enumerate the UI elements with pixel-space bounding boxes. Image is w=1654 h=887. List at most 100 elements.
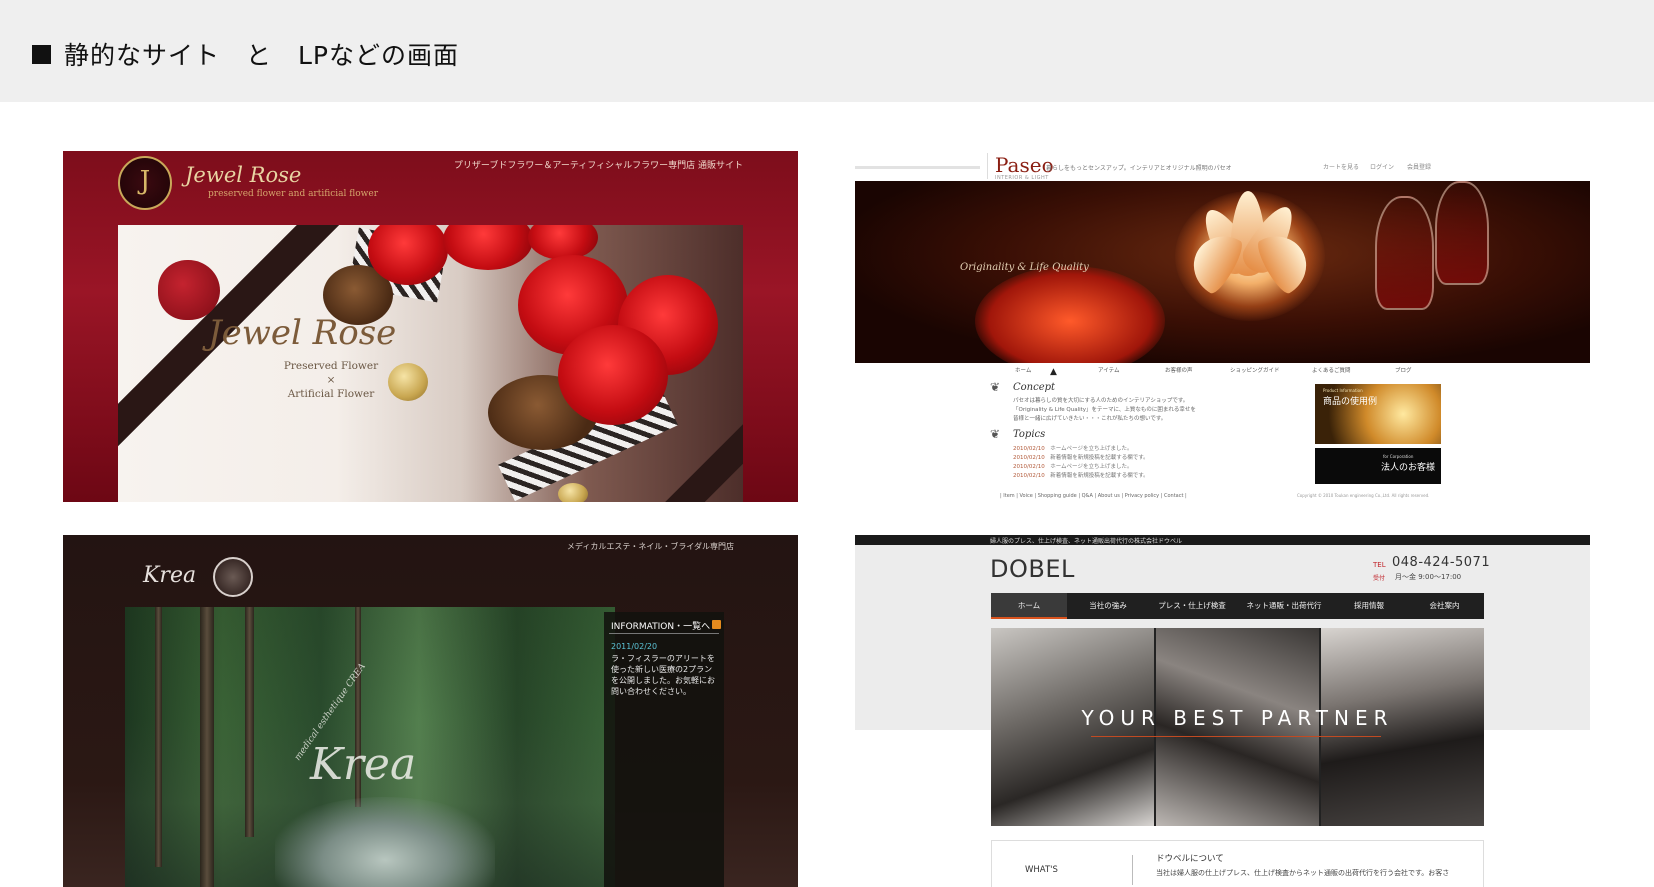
rss-icon[interactable] xyxy=(712,620,721,629)
tel-label: TEL xyxy=(1373,561,1386,569)
topic-date: 2010/02/10 xyxy=(1013,473,1045,479)
paseo-hero-image: Originality & Life Quality xyxy=(855,181,1590,363)
nav-home[interactable]: ホーム xyxy=(991,593,1067,619)
jewel-rose-logo-sub: preserved flower and artificial flower xyxy=(208,189,379,199)
dobel-screenshot[interactable]: 婦人服のプレス、仕上げ検査、ネット通販出荷代行の株式会社ドウベル DOBEL T… xyxy=(855,535,1590,887)
page-header: 静的なサイト と LPなどの画面 xyxy=(0,0,1654,102)
paseo-description: 暮らしをもっとセンスアップ。インテリアとオリジナル照明のパセオ xyxy=(1046,165,1232,172)
nav-strengths[interactable]: 当社の強み xyxy=(1067,593,1149,619)
tree-trunk xyxy=(155,607,162,867)
tree-trunk xyxy=(200,607,214,887)
copyright: Copyright © 2010 Toukan engineering Co.,… xyxy=(1297,493,1430,498)
phone-number[interactable]: 048-424-5071 xyxy=(1392,555,1490,570)
jewel-rose-logo[interactable]: Jewel Rose xyxy=(185,163,301,187)
dobel-logo[interactable]: DOBEL xyxy=(990,555,1075,583)
banner-label: 商品の使用例 xyxy=(1323,397,1378,407)
about-section: WHAT'S ドウベルについて 当社は婦人服の仕上げプレス、仕上げ検査からネット… xyxy=(991,840,1484,887)
jewel-rose-screenshot[interactable]: J Jewel Rose preserved flower and artifi… xyxy=(63,151,798,502)
wine-glass xyxy=(1375,196,1434,310)
hero-sub-line: × xyxy=(326,374,336,386)
jewel-rose-emblem-icon: J xyxy=(118,156,172,210)
information-heading[interactable]: INFORMATION・一覧へ xyxy=(611,619,710,632)
product-usage-banner[interactable]: Product Information 商品の使用例 xyxy=(1315,384,1441,444)
topic-item[interactable]: 2010/02/10 ホームページを立ち上げました。 xyxy=(1013,444,1132,452)
nav-recruit[interactable]: 採用情報 xyxy=(1333,593,1405,619)
ornament-icon: ❦ xyxy=(990,380,1001,394)
topic-item[interactable]: 2010/02/10 ホームページを立ち上げました。 xyxy=(1013,462,1132,470)
logo-divider xyxy=(987,153,988,179)
topic-item[interactable]: 2010/02/10 新着情報を新規投稿を記載する欄です。 xyxy=(1013,471,1149,479)
nav-home[interactable]: ホーム xyxy=(1015,366,1031,374)
business-hours: 月〜金 9:00〜17:00 xyxy=(1395,573,1462,581)
top-strip: 婦人服のプレス、仕上げ検査、ネット通販出荷代行の株式会社ドウベル xyxy=(855,535,1590,545)
info-date: 2011/02/20 xyxy=(611,642,658,651)
corporate-banner[interactable]: for Corporation 法人のお客様 xyxy=(1315,448,1441,484)
emblem-letter: J xyxy=(139,166,151,196)
divider xyxy=(1132,855,1133,885)
topic-item[interactable]: 2010/02/10 新着情報を新規投稿を記載する欄です。 xyxy=(1013,453,1149,461)
jewel-rose-hero: Jewel Rose Preserved Flower × Artificial… xyxy=(118,225,743,502)
stream xyxy=(275,797,495,887)
nav-faq[interactable]: よくあるご質問 xyxy=(1312,366,1351,374)
concept-line: 皆様と一緒に広げていきたい・・・これが私たちの想いです。 xyxy=(1013,416,1167,422)
topic-date: 2010/02/10 xyxy=(1013,464,1045,470)
krea-logo[interactable]: Krea xyxy=(143,563,196,588)
whats-label: WHAT'S xyxy=(1025,865,1058,875)
banner-label: 法人のお客様 xyxy=(1381,463,1436,473)
hero-slogan: YOUR BEST PARTNER xyxy=(1081,706,1394,730)
nav-items[interactable]: アイテム xyxy=(1098,366,1119,374)
nav-shopping-guide[interactable]: ショッピングガイド xyxy=(1230,366,1280,374)
gold-coin-decoration xyxy=(558,483,588,502)
topics-heading: Topics xyxy=(1013,429,1046,440)
footer-links[interactable]: | Item | Voice | Shopping guide | Q&A | … xyxy=(1000,493,1187,499)
topic-text: 新着情報を新規投稿を記載する欄です。 xyxy=(1050,473,1149,479)
hero-sub-line: Preserved Flower xyxy=(283,360,379,372)
info-body[interactable]: ラ・フィスラーのアリートを使った新しい医療の2プランを公開しました。お気軽にお問… xyxy=(611,653,716,697)
wine-glass xyxy=(1435,181,1489,285)
divider xyxy=(609,633,719,634)
mouse-cursor-icon: ▲ xyxy=(1050,367,1057,377)
topic-text: 新着情報を新規投稿を記載する欄です。 xyxy=(1050,455,1149,461)
banner-small-label: Product Information xyxy=(1323,388,1363,393)
dobel-hero-image: YOUR BEST PARTNER xyxy=(991,628,1484,826)
krea-watermark: Krea xyxy=(310,739,417,790)
paseo-screenshot[interactable]: Paseo INTERIOR & LIGHT 暮らしをもっとセンスアップ。インテ… xyxy=(855,151,1590,502)
information-panel: INFORMATION・一覧へ 2011/02/20 ラ・フィスラーのアリートを… xyxy=(604,612,724,887)
hours-label: 受付 xyxy=(1373,575,1386,582)
hero-sub-line: Artificial Flower xyxy=(287,388,375,400)
krea-topline: メディカルエステ・ネイル・ブライダル専門店 xyxy=(566,542,734,551)
jewel-rose-hero-subtitle: Preserved Flower × Artificial Flower xyxy=(266,359,396,401)
ornament-icon: ❦ xyxy=(990,427,1001,441)
krea-screenshot[interactable]: メディカルエステ・ネイル・ブライダル専門店 Krea medical esthe… xyxy=(63,535,798,887)
nav-net-shipping[interactable]: ネット通販・出荷代行 xyxy=(1235,593,1333,619)
topic-date: 2010/02/10 xyxy=(1013,455,1045,461)
rose-decoration xyxy=(443,225,533,270)
rose-decoration xyxy=(558,325,668,425)
jewel-rose-hero-title: Jewel Rose xyxy=(208,313,397,353)
wax-seal-icon xyxy=(158,260,220,320)
nav-voice[interactable]: お客様の声 xyxy=(1165,366,1193,374)
krea-emblem-icon xyxy=(213,557,253,597)
topic-text: ホームページを立ち上げました。 xyxy=(1050,446,1133,452)
nav-press[interactable]: プレス・仕上げ検査 xyxy=(1149,593,1235,619)
main-nav: ホーム 当社の強み プレス・仕上げ検査 ネット通販・出荷代行 採用情報 会社案内 xyxy=(991,593,1484,619)
topic-text: ホームページを立ち上げました。 xyxy=(1050,464,1133,470)
about-heading: ドウベルについて xyxy=(1156,854,1224,864)
paseo-tagline: Originality & Life Quality xyxy=(960,262,1089,273)
concept-line: 「Originality & Life Quality」をテーマに、上質なものに… xyxy=(1013,407,1196,413)
cart-link[interactable]: カートを見る xyxy=(1323,162,1359,171)
topic-date: 2010/02/10 xyxy=(1013,446,1045,452)
login-link[interactable]: ログイン xyxy=(1370,162,1394,171)
nav-blog[interactable]: ブログ xyxy=(1395,366,1412,374)
about-text: 当社は婦人服の仕上げプレス、仕上げ検査からネット通販の出荷代行を行う会社です。お… xyxy=(1156,869,1450,877)
slogan-underline xyxy=(1091,736,1381,737)
paseo-logo[interactable]: Paseo xyxy=(995,153,1054,177)
page-title: 静的なサイト と LPなどの画面 xyxy=(64,41,460,70)
nav-company[interactable]: 会社案内 xyxy=(1405,593,1484,619)
jewel-rose-topline: プリザーブドフラワー＆アーティフィシャルフラワー専門店 通販サイト xyxy=(453,161,743,171)
forest-hero-image: medical esthetique CREA Krea xyxy=(125,607,615,887)
register-link[interactable]: 会員登録 xyxy=(1407,162,1431,171)
tree-trunk xyxy=(245,607,254,837)
top-rule xyxy=(855,166,980,169)
banner-small-label: for Corporation xyxy=(1383,454,1414,459)
